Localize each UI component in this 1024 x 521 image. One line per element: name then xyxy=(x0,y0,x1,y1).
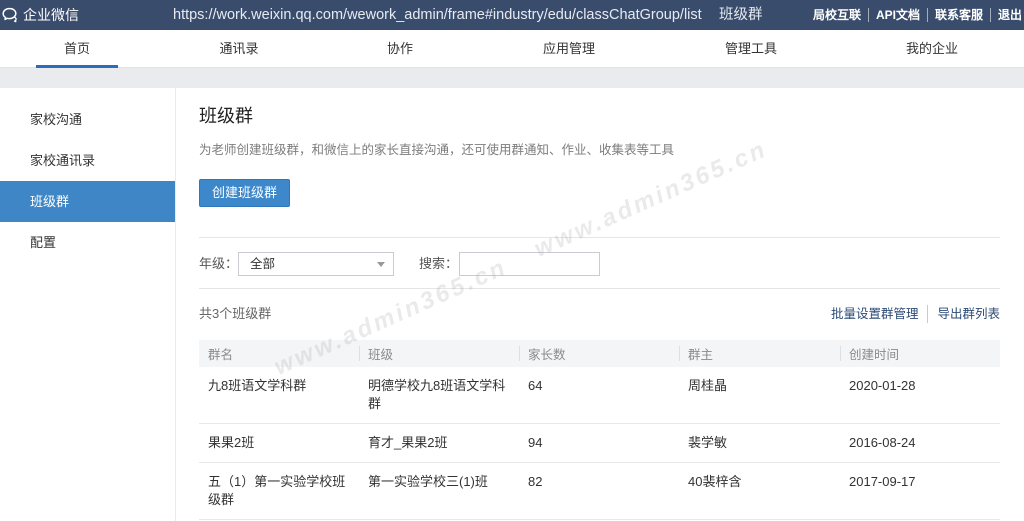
link-logout[interactable]: 退出 xyxy=(989,8,1024,22)
cell-created-time: 2020-01-28 xyxy=(840,367,1000,424)
grade-select-value: 全部 xyxy=(250,257,276,271)
main-panel: 班级群 为老师创建班级群，和微信上的家长直接沟通，还可使用群通知、作业、收集表等… xyxy=(176,88,1024,521)
header-parent-count: 家长数 xyxy=(519,340,679,367)
header-group-name: 群名 xyxy=(199,340,359,367)
search-label: 搜索： xyxy=(419,256,459,271)
batch-manage-link[interactable]: 批量设置群管理 xyxy=(831,305,929,323)
chevron-down-icon xyxy=(377,262,385,267)
top-bar: 企业微信 https://work.weixin.qq.com/wework_a… xyxy=(0,0,1024,30)
table-header-row: 群名 班级 家长数 群主 创建时间 xyxy=(199,340,1000,367)
divider xyxy=(199,288,1000,289)
sidebar-item-home-school-comm[interactable]: 家校沟通 xyxy=(0,99,175,140)
logo[interactable]: 企业微信 xyxy=(1,5,79,25)
link-api-docs[interactable]: API文档 xyxy=(867,8,927,22)
sidebar-item-home-school-contacts[interactable]: 家校通讯录 xyxy=(0,140,175,181)
grade-filter-label: 年级： xyxy=(199,256,239,271)
page-description: 为老师创建班级群，和微信上的家长直接沟通，还可使用群通知、作业、收集表等工具 xyxy=(199,143,675,157)
table-row: 九8班语文学科群 明德学校九8班语文学科群 64 周桂晶 2020-01-28 xyxy=(199,367,1000,424)
table-actions: 批量设置群管理 导出群列表 xyxy=(831,305,1000,323)
main-nav: 首页 通讯录 协作 应用管理 管理工具 我的企业 xyxy=(0,30,1024,68)
url-text: https://work.weixin.qq.com/wework_admin/… xyxy=(173,7,702,23)
nav-app-management[interactable]: 应用管理 xyxy=(528,30,610,68)
cell-group-owner: 40裴梓含 xyxy=(679,462,840,520)
export-list-link[interactable]: 导出群列表 xyxy=(928,305,1000,323)
sidebar: 家校沟通 家校通讯录 班级群 配置 xyxy=(0,88,175,521)
cell-parent-count: 82 xyxy=(519,462,679,520)
search-input[interactable] xyxy=(459,252,600,276)
header-created-time: 创建时间 xyxy=(840,340,1000,367)
nav-management-tools[interactable]: 管理工具 xyxy=(710,30,792,68)
cell-created-time: 2017-09-17 xyxy=(840,462,1000,520)
cell-parent-count: 94 xyxy=(519,423,679,463)
top-links: 局校互联 API文档 联系客服 退出 xyxy=(806,0,1024,30)
nav-home[interactable]: 首页 xyxy=(36,30,118,68)
table-row: 果果2班 育才_果果2班 94 裴学敏 2016-08-24 xyxy=(199,423,1000,463)
cell-group-name: 五（1）第一实验学校班级群 xyxy=(199,462,359,520)
header-group-owner: 群主 xyxy=(679,340,840,367)
link-school-bureau[interactable]: 局校互联 xyxy=(806,8,868,22)
class-group-table: 群名 班级 家长数 群主 创建时间 九8班语文学科群 明德学校九8班语文学科群 … xyxy=(199,340,1000,520)
create-class-group-button[interactable]: 创建班级群 xyxy=(199,179,290,207)
nav-collaboration[interactable]: 协作 xyxy=(359,30,441,68)
nav-contacts[interactable]: 通讯录 xyxy=(198,30,280,68)
cell-class: 明德学校九8班语文学科群 xyxy=(359,367,519,424)
cell-group-owner: 裴学敏 xyxy=(679,423,840,463)
nav-my-company[interactable]: 我的企业 xyxy=(891,30,973,68)
page-title: 班级群 xyxy=(199,106,253,126)
header-class: 班级 xyxy=(359,340,519,367)
cell-parent-count: 64 xyxy=(519,367,679,424)
cell-created-time: 2016-08-24 xyxy=(840,423,1000,463)
cell-class: 第一实验学校三(1)班 xyxy=(359,462,519,520)
cell-class: 育才_果果2班 xyxy=(359,423,519,463)
table-row: 五（1）第一实验学校班级群 第一实验学校三(1)班 82 40裴梓含 2017-… xyxy=(199,462,1000,520)
chat-bubbles-icon xyxy=(2,7,17,23)
sidebar-item-config[interactable]: 配置 xyxy=(0,222,175,263)
divider xyxy=(199,237,1000,238)
sidebar-item-class-groups[interactable]: 班级群 xyxy=(0,181,175,222)
logo-text: 企业微信 xyxy=(23,7,79,23)
grade-select[interactable]: 全部 xyxy=(238,252,394,276)
link-contact-support[interactable]: 联系客服 xyxy=(926,8,990,22)
cell-group-name: 果果2班 xyxy=(199,423,359,463)
group-count: 共3个班级群 xyxy=(199,306,272,321)
cell-group-owner: 周桂晶 xyxy=(679,367,840,424)
page-name-text: 班级群 xyxy=(719,7,763,23)
cell-group-name: 九8班语文学科群 xyxy=(199,367,359,424)
